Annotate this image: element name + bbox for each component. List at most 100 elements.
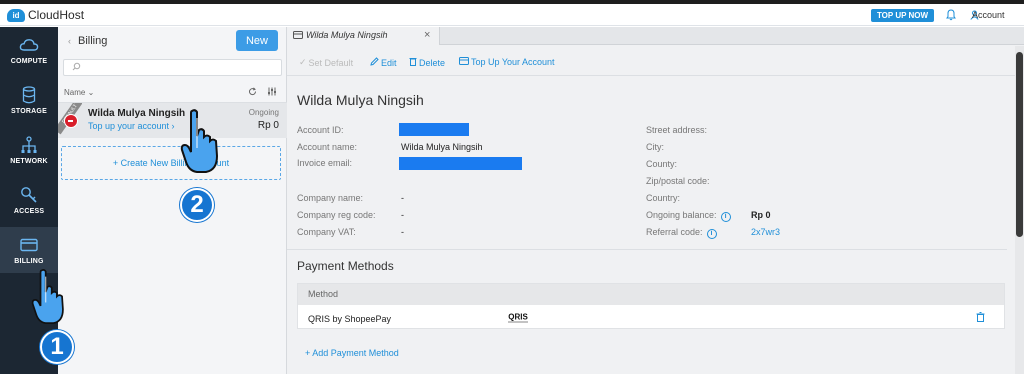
nav-label: NETWORK <box>10 158 48 165</box>
column-settings-icon[interactable] <box>267 87 277 98</box>
account-item-name: Wilda Mulya Ningsih <box>88 108 186 119</box>
account-id-redacted <box>399 123 469 136</box>
table-header: Method <box>298 284 1004 305</box>
account-item-status: Ongoing <box>248 108 279 117</box>
scrollbar-thumb[interactable] <box>1016 52 1023 237</box>
top-bar: id CloudHost TOP UP NOW Account <box>0 4 1024 26</box>
new-button[interactable]: New <box>236 30 278 51</box>
action-bar: ✓ Set Default Edit Delete Top Up Your Ac… <box>287 46 1024 76</box>
section-divider <box>287 249 1007 250</box>
account-name-label: Account name: <box>297 142 358 152</box>
company-name-value: - <box>401 193 404 203</box>
referral-code-label: Referral code: <box>646 227 703 237</box>
nav-label: ACCESS <box>13 208 45 215</box>
add-payment-method-link[interactable]: + Add Payment Method <box>305 348 399 358</box>
list-toolbar: Name ⌄ <box>58 87 287 101</box>
top-up-now-button[interactable]: TOP UP NOW <box>871 9 934 22</box>
hand-pointer-icon <box>31 269 64 324</box>
account-item-balance: Rp 0 <box>257 120 279 131</box>
panel-title: Billing <box>78 35 108 47</box>
info-icon[interactable]: i <box>706 229 717 239</box>
cloud-icon <box>19 35 39 55</box>
nav-item-storage[interactable]: STORAGE <box>0 77 58 123</box>
tab-account-detail[interactable]: Wilda Mulya Ningsih × <box>287 27 440 45</box>
company-reg-value: - <box>401 210 404 220</box>
billing-panel: ‹ Billing New Name ⌄ DEFAULT Wilda Mulya… <box>58 27 287 374</box>
back-chevron-icon[interactable]: ‹ <box>68 36 71 46</box>
referral-code-value[interactable]: 2x7wr3 <box>751 227 780 237</box>
database-icon <box>22 85 36 105</box>
logo-text: CloudHost <box>28 8 85 22</box>
top-up-link[interactable]: Top up your account › <box>88 121 175 131</box>
company-name-label: Company name: <box>297 193 364 203</box>
step-1-badge: 1 <box>40 330 74 364</box>
delete-payment-method-icon[interactable] <box>976 312 985 325</box>
ongoing-balance-field: Ongoing balance: i <box>646 210 731 222</box>
billing-panel-header: ‹ Billing New <box>58 27 287 55</box>
key-icon <box>20 185 38 205</box>
edit-label: Edit <box>381 57 397 68</box>
account-name-value: Wilda Mulya Ningsih <box>401 142 483 152</box>
referral-code-field: Referral code: i <box>646 227 717 239</box>
sort-by-name[interactable]: Name ⌄ <box>64 88 94 97</box>
payment-methods-table: Method QRIS by ShopeePay QRIS <box>297 283 1005 329</box>
edit-button[interactable]: Edit <box>370 57 397 68</box>
set-default-button[interactable]: ✓ Set Default <box>299 57 353 68</box>
account-menu[interactable]: Account <box>970 10 1005 20</box>
nav-item-billing[interactable]: BILLING <box>0 227 58 273</box>
credit-card-icon <box>20 235 38 255</box>
account-title: Wilda Mulya Ningsih <box>297 92 424 108</box>
nav-item-network[interactable]: NETWORK <box>0 127 58 173</box>
nav-label: BILLING <box>14 258 44 265</box>
nav-item-compute[interactable]: COMPUTE <box>0 27 58 73</box>
create-billing-account-button[interactable]: + Create New Billing Account <box>61 146 281 180</box>
credit-card-icon <box>459 57 469 67</box>
invoice-email-label: Invoice email: <box>297 158 353 168</box>
top-up-account-label: Top Up Your Account <box>471 57 555 67</box>
delete-label: Delete <box>419 57 446 68</box>
nav-label: STORAGE <box>11 108 47 115</box>
pencil-icon <box>370 57 379 68</box>
credit-card-icon <box>293 31 303 41</box>
payment-methods-title: Payment Methods <box>297 259 394 273</box>
step-2-badge: 2 <box>180 188 214 222</box>
tab-strip: Wilda Mulya Ningsih × <box>287 27 1024 45</box>
nav-item-access[interactable]: ACCESS <box>0 177 58 223</box>
billing-account-item[interactable]: DEFAULT Wilda Mulya Ningsih Top up your … <box>58 103 287 138</box>
bell-icon[interactable] <box>946 9 956 21</box>
company-vat-label: Company VAT: <box>297 227 356 237</box>
search-box[interactable] <box>63 59 282 76</box>
network-icon <box>20 135 38 155</box>
ongoing-balance-label: Ongoing balance: <box>646 210 717 220</box>
city-label: City: <box>646 142 664 152</box>
nav-label: COMPUTE <box>10 58 48 65</box>
close-icon[interactable]: × <box>424 29 430 41</box>
info-icon[interactable]: i <box>720 212 731 222</box>
check-icon: ✓ <box>299 57 307 67</box>
ongoing-balance-value: Rp 0 <box>751 210 771 220</box>
county-label: County: <box>646 159 678 169</box>
zip-label: Zip/postal code: <box>646 176 710 186</box>
logo-mark: id <box>7 8 25 22</box>
payment-method-name: QRIS by ShopeePay <box>308 314 392 324</box>
column-header-method: Method <box>308 289 339 299</box>
delete-button[interactable]: Delete <box>409 57 445 68</box>
account-detail: Wilda Mulya Ningsih × ✓ Set Default Edit… <box>287 27 1024 374</box>
search-input[interactable] <box>84 61 274 74</box>
logo[interactable]: id CloudHost <box>7 8 84 22</box>
set-default-label: Set Default <box>308 57 354 68</box>
account-id-label: Account ID: <box>297 125 344 135</box>
tab-label: Wilda Mulya Ningsih <box>306 30 388 40</box>
qris-logo-text: QRIS <box>508 313 528 322</box>
company-reg-label: Company reg code: <box>297 210 376 220</box>
refresh-icon[interactable] <box>248 87 257 98</box>
hand-pointer-icon <box>180 109 219 173</box>
scrollbar[interactable] <box>1015 46 1024 374</box>
company-vat-value: - <box>401 227 404 237</box>
top-up-account-button[interactable]: Top Up Your Account <box>459 57 555 67</box>
invoice-email-redacted <box>399 157 522 170</box>
account-label: Account <box>972 10 1005 20</box>
no-entry-icon <box>64 114 78 128</box>
qris-logo: QRIS <box>506 312 530 323</box>
street-address-label: Street address: <box>646 125 708 135</box>
